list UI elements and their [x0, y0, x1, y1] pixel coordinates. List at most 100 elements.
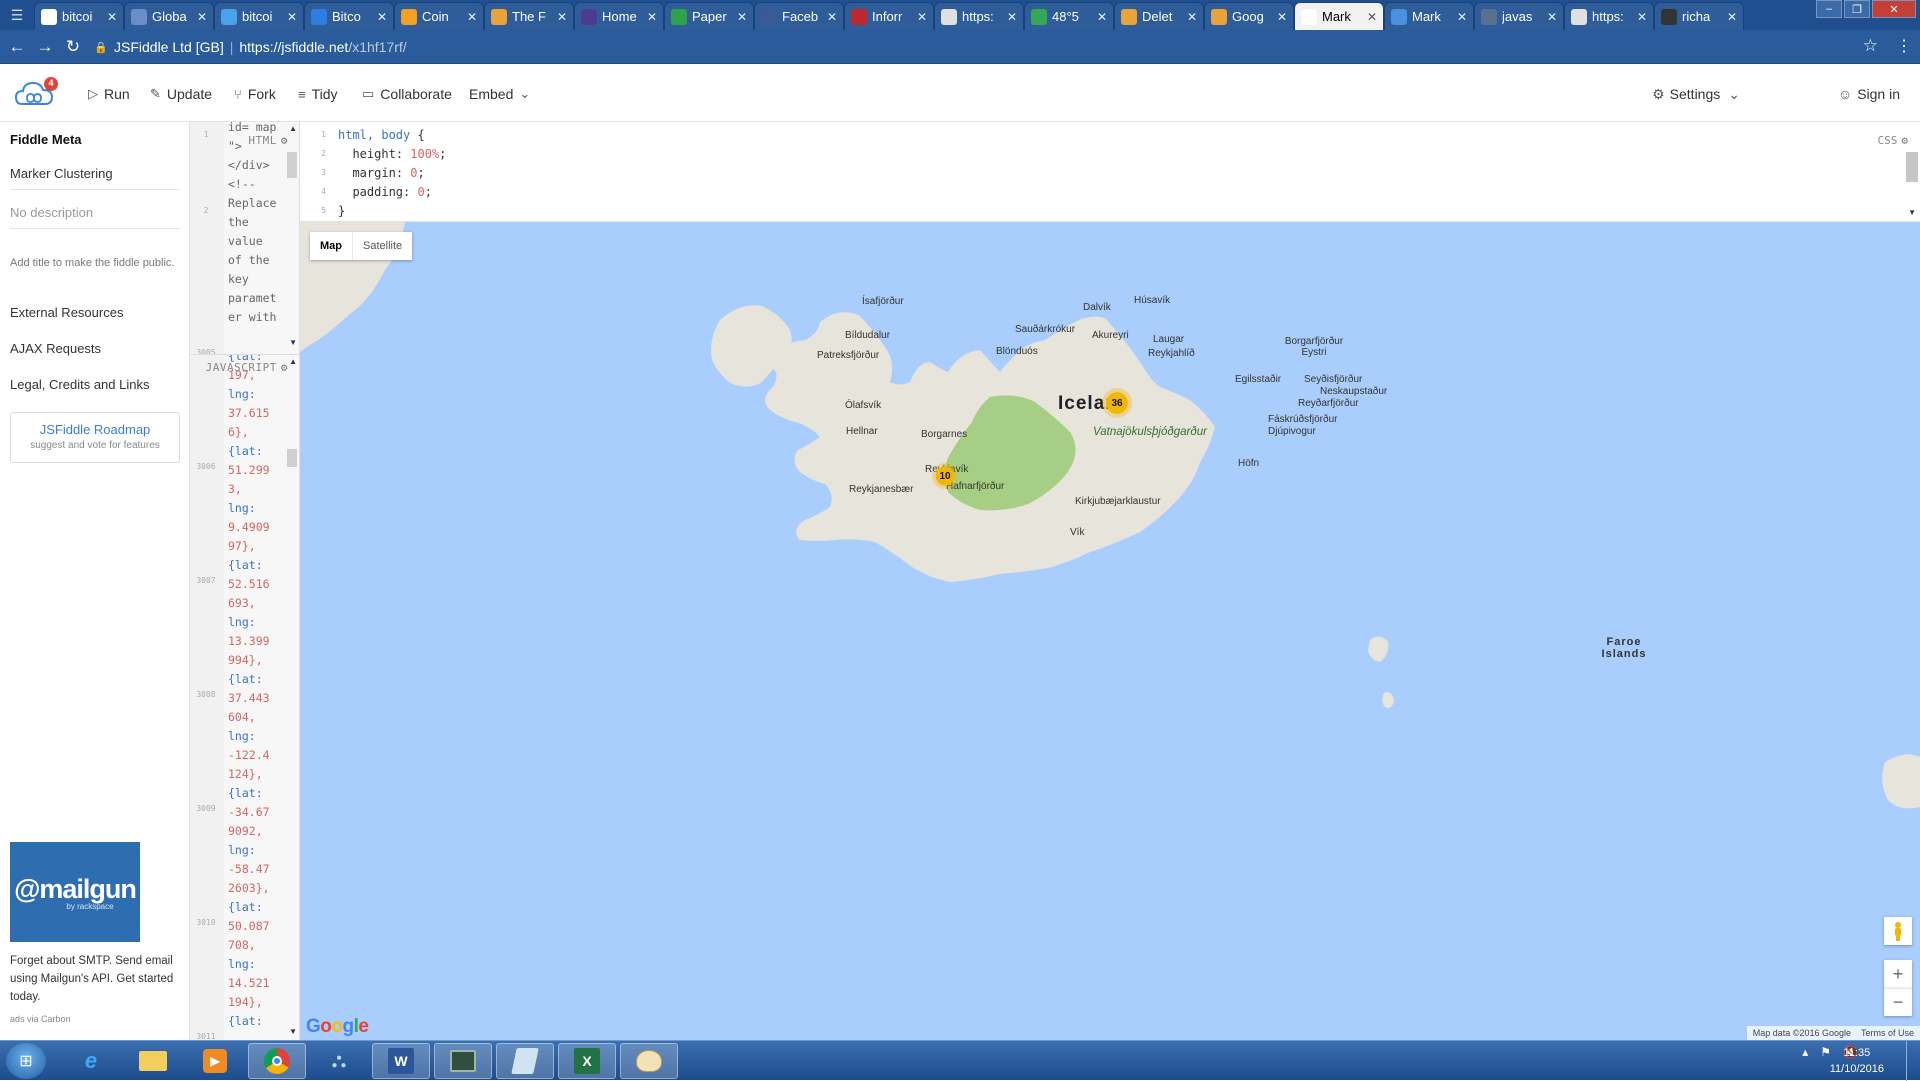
javascript-scrollbar[interactable]: [287, 449, 297, 467]
excel-icon[interactable]: X: [558, 1043, 616, 1079]
scroll-up-icon[interactable]: ▲: [289, 124, 297, 133]
tab-close-icon[interactable]: ✕: [917, 10, 927, 24]
browser-tab[interactable]: Faceb ✕: [754, 2, 844, 30]
word-icon[interactable]: W: [372, 1043, 430, 1079]
tab-close-icon[interactable]: ✕: [1457, 10, 1467, 24]
scroll-up-icon[interactable]: ▲: [289, 357, 297, 366]
browser-tab[interactable]: Mark ✕: [1294, 2, 1384, 30]
map-type-map-button[interactable]: Map: [310, 232, 353, 260]
settings-button[interactable]: ⚙ Settings ⌄: [1652, 84, 1740, 104]
browser-tab[interactable]: Globa ✕: [124, 2, 214, 30]
tab-close-icon[interactable]: ✕: [737, 10, 747, 24]
tab-close-icon[interactable]: ✕: [647, 10, 657, 24]
paint-icon[interactable]: [620, 1043, 678, 1079]
tab-close-icon[interactable]: ✕: [1367, 10, 1377, 24]
explorer-icon[interactable]: [124, 1043, 182, 1079]
gear-icon[interactable]: ⚙: [281, 134, 288, 147]
scroll-down-icon[interactable]: ▼: [289, 1027, 297, 1036]
fork-button[interactable]: ⑂ Fork: [234, 84, 276, 104]
back-icon[interactable]: ←: [6, 36, 28, 58]
collaborate-button[interactable]: ▭ Collaborate: [362, 84, 452, 104]
external-resources-link[interactable]: External Resources: [10, 305, 123, 320]
window-close-button[interactable]: ✕: [1872, 0, 1916, 18]
media-player-icon[interactable]: ▶: [186, 1043, 244, 1079]
notes-icon[interactable]: [496, 1043, 554, 1079]
browser-tab[interactable]: Bitco ✕: [304, 2, 394, 30]
scroll-down-icon[interactable]: ▼: [1908, 208, 1916, 217]
taskbar-clock[interactable]: 11:35 11/10/2016: [1830, 1045, 1884, 1077]
map-type-satellite-button[interactable]: Satellite: [353, 232, 412, 260]
browser-tab[interactable]: 48°5 ✕: [1024, 2, 1114, 30]
terminal-icon[interactable]: [434, 1043, 492, 1079]
tab-close-icon[interactable]: ✕: [1547, 10, 1557, 24]
browser-tab[interactable]: Coin ✕: [394, 2, 484, 30]
tab-close-icon[interactable]: ✕: [1727, 10, 1737, 24]
browser-tab[interactable]: Goog ✕: [1204, 2, 1294, 30]
minimize-button[interactable]: –: [1816, 0, 1842, 18]
legal-credits-link[interactable]: Legal, Credits and Links: [10, 377, 149, 392]
street-view-pegman-icon[interactable]: [1884, 917, 1912, 945]
marker-cluster[interactable]: 36: [1102, 388, 1132, 418]
tab-close-icon[interactable]: ✕: [1187, 10, 1197, 24]
forward-icon[interactable]: →: [34, 36, 56, 58]
browser-tab[interactable]: https: ✕: [934, 2, 1024, 30]
browser-tab[interactable]: Delet ✕: [1114, 2, 1204, 30]
browser-tab[interactable]: Paper ✕: [664, 2, 754, 30]
marker-cluster[interactable]: 10: [932, 463, 958, 489]
tidy-button[interactable]: ≡ Tidy: [298, 84, 338, 104]
update-button[interactable]: ✎ Update: [150, 84, 212, 104]
ajax-requests-link[interactable]: AJAX Requests: [10, 341, 101, 356]
tab-close-icon[interactable]: ✕: [377, 10, 387, 24]
chrome-menu-icon[interactable]: ☰: [0, 0, 34, 30]
google-logo[interactable]: Google: [306, 1016, 369, 1038]
terms-of-use-link[interactable]: Terms of Use: [1861, 1028, 1914, 1038]
sign-in-button[interactable]: ☺ Sign in: [1838, 84, 1900, 104]
css-editor[interactable]: 1 2 3 4 5 html, body { height: 100%; mar…: [300, 122, 1920, 222]
roadmap-box[interactable]: JSFiddle Roadmap suggest and vote for fe…: [10, 412, 180, 463]
embed-button[interactable]: Embed ⌄: [469, 84, 530, 104]
map-result[interactable]: Map Satellite Ísafjörður Bíldudalur Patr…: [300, 222, 1920, 1040]
windows-start-button[interactable]: ⊞: [6, 1043, 46, 1079]
browser-tab[interactable]: bitcoi ✕: [214, 2, 304, 30]
scroll-down-icon[interactable]: ▼: [289, 338, 297, 347]
html-scrollbar[interactable]: [287, 152, 297, 178]
browser-tab[interactable]: Inforr ✕: [844, 2, 934, 30]
network-icon[interactable]: ⛬: [310, 1043, 368, 1079]
css-scrollbar[interactable]: [1906, 152, 1918, 182]
tab-close-icon[interactable]: ✕: [1097, 10, 1107, 24]
browser-menu-icon[interactable]: ⋮: [1896, 36, 1912, 56]
tray-expand-icon[interactable]: ▴: [1802, 1045, 1808, 1059]
jsfiddle-logo[interactable]: 4: [14, 76, 58, 110]
fiddle-title-input[interactable]: Marker Clustering: [10, 166, 180, 190]
mailgun-logo[interactable]: @mailgun by rackspace: [10, 842, 140, 942]
ad-via[interactable]: ads via Carbon: [10, 1014, 180, 1024]
browser-tab[interactable]: The F ✕: [484, 2, 574, 30]
show-desktop-button[interactable]: [1906, 1041, 1920, 1081]
html-editor[interactable]: id= map "> </div> <!-- Replace the value of the…: [190, 122, 300, 354]
browser-tab[interactable]: Home ✕: [574, 2, 664, 30]
gear-icon[interactable]: ⚙: [1901, 134, 1908, 147]
tab-close-icon[interactable]: ✕: [1277, 10, 1287, 24]
tab-close-icon[interactable]: ✕: [557, 10, 567, 24]
tab-close-icon[interactable]: ✕: [827, 10, 837, 24]
chrome-icon[interactable]: [248, 1043, 306, 1079]
bookmark-star-icon[interactable]: ☆: [1863, 36, 1878, 56]
description-input[interactable]: No description: [10, 205, 180, 229]
address-bar[interactable]: 🔒 JSFiddle Ltd [GB] | https://jsfiddle.n…: [94, 34, 1872, 60]
maximize-button[interactable]: ❐: [1844, 0, 1870, 18]
browser-tab[interactable]: bitcoi ✕: [34, 2, 124, 30]
browser-tab[interactable]: https: ✕: [1564, 2, 1654, 30]
sponsor-ad[interactable]: @mailgun by rackspace Forget about SMTP.…: [10, 842, 180, 1024]
gear-icon[interactable]: ⚙: [281, 361, 288, 374]
tab-close-icon[interactable]: ✕: [1007, 10, 1017, 24]
zoom-out-button[interactable]: −: [1884, 988, 1912, 1016]
browser-tab[interactable]: richa ✕: [1654, 2, 1744, 30]
run-button[interactable]: ▷ Run: [88, 84, 130, 104]
ie-icon[interactable]: e: [62, 1043, 120, 1079]
tab-close-icon[interactable]: ✕: [1637, 10, 1647, 24]
tab-close-icon[interactable]: ✕: [107, 10, 117, 24]
browser-tab[interactable]: Mark ✕: [1384, 2, 1474, 30]
tab-close-icon[interactable]: ✕: [287, 10, 297, 24]
reload-icon[interactable]: ↻: [62, 36, 84, 58]
zoom-in-button[interactable]: +: [1884, 960, 1912, 988]
